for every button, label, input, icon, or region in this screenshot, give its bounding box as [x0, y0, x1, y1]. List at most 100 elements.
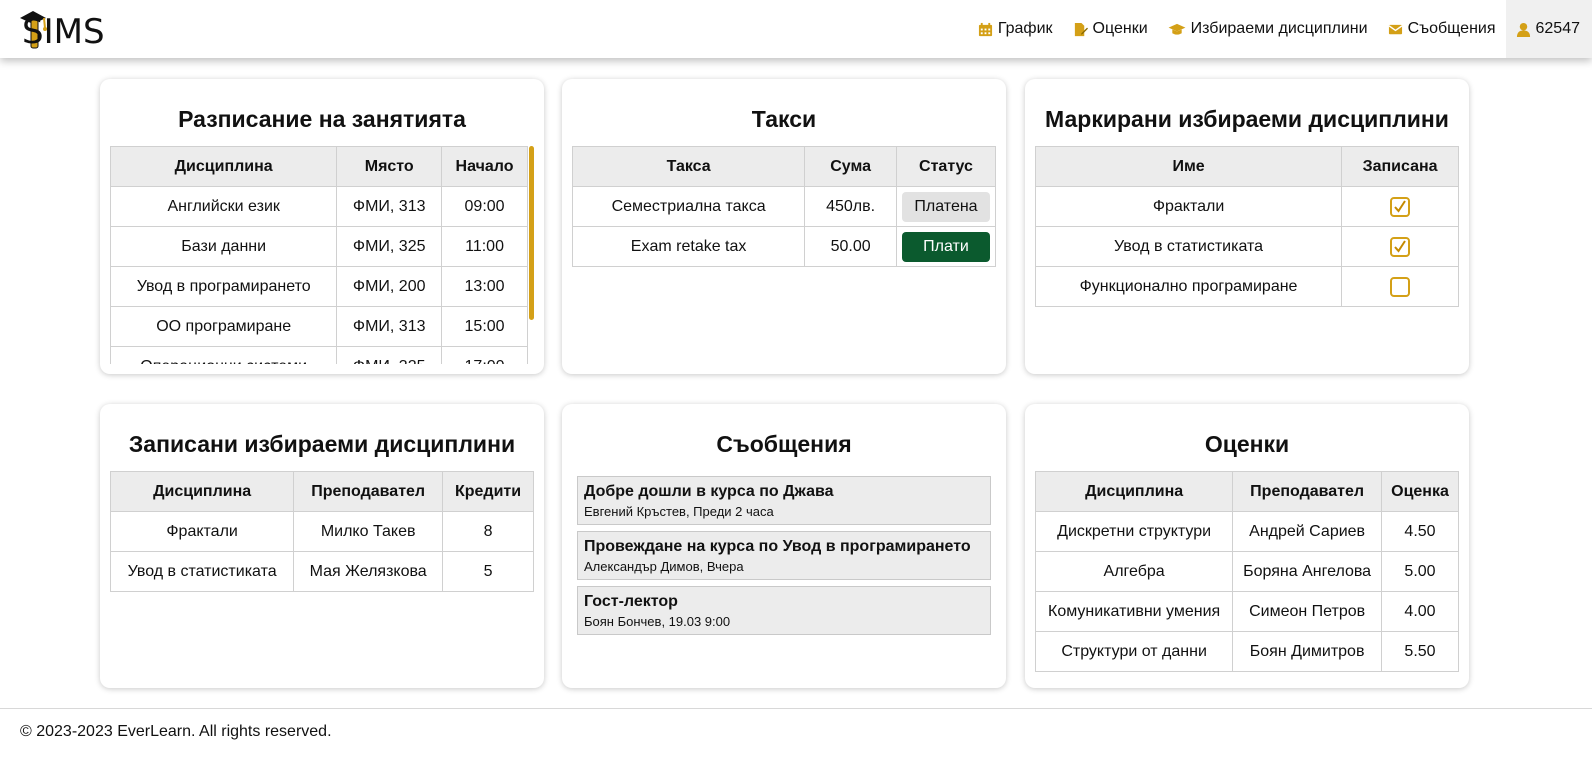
table-row: Фрактали [1034, 186, 1459, 227]
grade-cell: Структури от данни [1034, 631, 1234, 672]
marked-header-enrolled: Записана [1341, 146, 1459, 187]
nav-messages-label: Съобщения [1407, 20, 1496, 37]
nav-messages[interactable]: Съобщения [1378, 0, 1506, 58]
nav-electives-label: Избираеми дисциплини [1190, 20, 1368, 37]
enrolled-header-discipline: Дисциплина [109, 471, 295, 512]
marked-header-name: Име [1034, 146, 1343, 187]
table-row: Функционално програмиране [1034, 266, 1459, 307]
elective-name: Увод в статистиката [1034, 226, 1343, 267]
message-meta: Александър Димов, Вчера [584, 559, 744, 574]
schedule-cell: Увод в програмирането [110, 266, 338, 307]
tax-name: Exam retake tax [571, 226, 806, 267]
table-row: Семестриална такса 450лв. Платена [571, 186, 996, 227]
table-row: Увод в статистиката [1034, 226, 1459, 267]
table-row: Операционни системи ФМИ, 325 17:00 [110, 346, 528, 364]
taxes-header-tax: Такса [571, 146, 806, 187]
nav-grades[interactable]: Оценки [1063, 0, 1158, 58]
nav-electives[interactable]: Избираеми дисциплини [1158, 0, 1378, 58]
graduation-cap-icon [1168, 23, 1186, 35]
enrolled-header-credits: Кредити [442, 471, 534, 512]
pay-button[interactable]: Плати [902, 231, 990, 262]
nav-schedule[interactable]: График [968, 0, 1063, 58]
marked-electives-card: Маркирани избираеми дисциплини Име Запис… [1025, 79, 1469, 374]
table-row: Exam retake tax 50.00 Плати [571, 226, 996, 267]
table-row: Увод в програмирането ФМИ, 200 13:00 [110, 266, 528, 307]
table-row: ОО програмиране ФМИ, 313 15:00 [110, 306, 528, 347]
schedule-cell: 17:00 [441, 346, 528, 364]
schedule-scrollbar[interactable] [529, 146, 534, 320]
taxes-header-status: Статус [896, 146, 996, 187]
schedule-cell: 13:00 [441, 266, 528, 307]
schedule-table: Дисциплина Място Начало Английски език Ф… [110, 146, 528, 364]
schedule-cell: ФМИ, 313 [336, 306, 443, 347]
schedule-cell: ФМИ, 325 [336, 226, 443, 267]
grades-header-teacher: Преподавател [1232, 471, 1382, 512]
schedule-cell: 15:00 [441, 306, 528, 347]
grade-cell: Симеон Петров [1232, 591, 1382, 632]
elective-name: Фрактали [1034, 186, 1343, 227]
nav-schedule-label: График [997, 20, 1053, 37]
enrolled-cell [1341, 266, 1459, 307]
grades-header-discipline: Дисциплина [1034, 471, 1234, 512]
message-meta: Боян Бончев, 19.03 9:00 [584, 614, 731, 629]
table-row: Структури от данни Боян Димитров 5.50 [1034, 631, 1459, 672]
message-item[interactable]: Провеждане на курса по Увод в програмира… [577, 531, 991, 580]
taxes-table: Такса Сума Статус Семестриална такса 450… [571, 146, 996, 267]
enrolled-checkbox[interactable] [1390, 196, 1411, 217]
envelope-icon [1388, 24, 1403, 34]
marked-electives-table: Име Записана Фрактали Увод в статистикат… [1034, 146, 1459, 307]
message-title: Добре дошли в курса по Джава [584, 483, 834, 500]
user-icon [1516, 22, 1530, 37]
grades-header-grade: Оценка [1381, 471, 1459, 512]
nav-links: График Оценки Избираеми дисциплини Съобщ… [968, 0, 1592, 58]
grade-cell: Алгебра [1034, 551, 1234, 592]
schedule-scroll[interactable]: Дисциплина Място Начало Английски език Ф… [110, 146, 534, 364]
schedule-cell: 09:00 [441, 186, 528, 227]
schedule-title: Разписание на занятията [178, 106, 466, 132]
tax-amount: 450лв. [804, 186, 897, 227]
enrolled-electives-title: Записани избираеми дисциплини [128, 431, 516, 457]
tax-status-cell: Плати [896, 226, 996, 267]
footer-copyright: © 2023-2023 EverLearn. All rights reserv… [20, 723, 332, 740]
message-item[interactable]: Гост-лектор Боян Бончев, 19.03 9:00 [577, 586, 991, 635]
table-row: Фрактали Милко Такев 8 [109, 511, 534, 552]
schedule-cell: 11:00 [441, 226, 528, 267]
grades-table: Дисциплина Преподавател Оценка Дискретни… [1034, 471, 1459, 672]
schedule-cell: ФМИ, 200 [336, 266, 443, 307]
calendar-icon [978, 22, 992, 36]
table-row: Бази данни ФМИ, 325 11:00 [110, 226, 528, 267]
enrolled-cell-text: Мая Желязкова [293, 551, 444, 592]
elective-name: Функционално програмиране [1034, 266, 1343, 307]
file-edit-icon [1074, 22, 1088, 36]
messages-card: Съобщения Добре дошли в курса по Джава Е… [562, 404, 1006, 688]
enrolled-checkbox[interactable] [1390, 236, 1411, 257]
table-row: Английски език ФМИ, 313 09:00 [110, 186, 528, 227]
enrolled-cell [1341, 226, 1459, 267]
message-title: Провеждане на курса по Увод в програмира… [584, 538, 971, 555]
table-row: Дискретни структури Андрей Сариев 4.50 [1034, 511, 1459, 552]
tax-status-cell: Платена [896, 186, 996, 227]
enrolled-cell-text: 8 [442, 511, 534, 552]
schedule-cell: Английски език [110, 186, 338, 227]
schedule-cell: ФМИ, 325 [336, 346, 443, 364]
grades-title: Оценки [1204, 431, 1290, 457]
tax-name: Семестриална такса [571, 186, 806, 227]
checkmark-icon [1394, 239, 1406, 253]
taxes-card: Такси Такса Сума Статус Семестриална так… [562, 79, 1006, 374]
message-item[interactable]: Добре дошли в курса по Джава Евгений Кръ… [577, 476, 991, 525]
messages-title: Съобщения [716, 431, 852, 457]
grade-cell: 4.50 [1381, 511, 1459, 552]
sims-logo[interactable]: SIMS [18, 6, 118, 52]
schedule-cell: ФМИ, 313 [336, 186, 443, 227]
enrolled-checkbox[interactable] [1390, 276, 1411, 297]
enrolled-cell-text: Милко Такев [293, 511, 444, 552]
enrolled-cell-text: 5 [442, 551, 534, 592]
grade-cell: Боряна Ангелова [1232, 551, 1382, 592]
messages-list: Добре дошли в курса по Джава Евгений Кръ… [577, 476, 991, 641]
grade-cell: 5.50 [1381, 631, 1459, 672]
taxes-title: Такси [751, 106, 817, 132]
grade-cell: Боян Димитров [1232, 631, 1382, 672]
paid-badge: Платена [902, 191, 990, 222]
nav-user[interactable]: 62547 [1505, 0, 1592, 58]
table-row: Комуникативни умения Симеон Петров 4.00 [1034, 591, 1459, 632]
